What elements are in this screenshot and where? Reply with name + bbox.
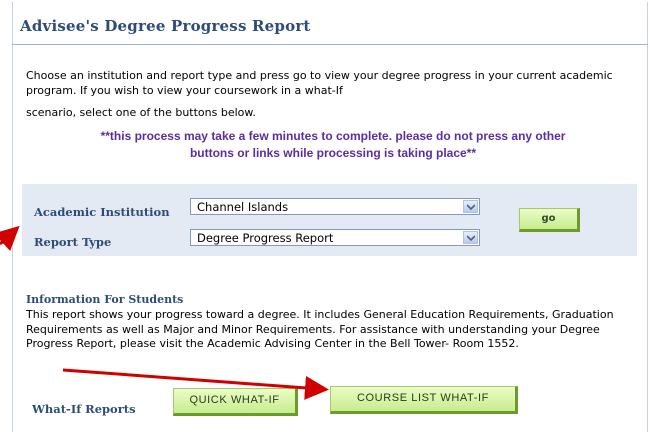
red-arrow-course-list [62, 368, 329, 400]
annotation-arrows [0, 225, 329, 400]
red-arrow-institution [0, 225, 20, 251]
